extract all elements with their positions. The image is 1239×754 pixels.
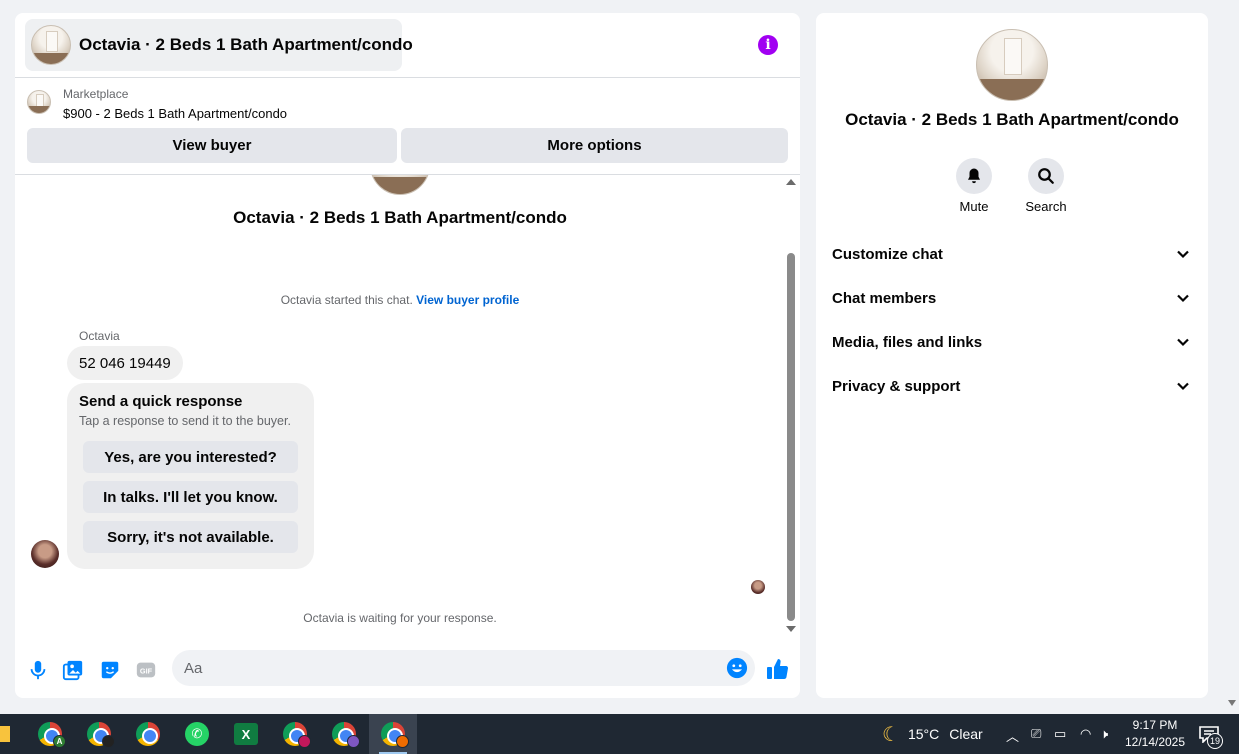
marketplace-bar: Marketplace $900 - 2 Beds 1 Bath Apartme…: [15, 78, 800, 175]
thumbs-up-icon[interactable]: [766, 657, 790, 681]
page-scroll-down-icon[interactable]: [1228, 700, 1236, 706]
chat-panel: Octavia · 2 Beds 1 Bath Apartment/condo …: [15, 13, 800, 698]
listing-avatar: [31, 25, 71, 65]
system-clock[interactable]: 9:17 PM 12/14/2025: [1122, 717, 1188, 751]
message-input-wrapper: [172, 650, 755, 686]
excel-icon: X: [234, 723, 258, 745]
mute-label: Mute: [959, 199, 989, 214]
quick-response-title: Send a quick response: [79, 393, 243, 410]
listing-title[interactable]: $900 - 2 Beds 1 Bath Apartment/condo: [63, 106, 287, 121]
search-label: Search: [1025, 199, 1067, 214]
thread-title: Octavia · 2 Beds 1 Bath Apartment/condo: [233, 208, 567, 227]
notification-count-badge: 19: [1207, 733, 1223, 749]
message-input[interactable]: [184, 650, 714, 686]
battery-icon[interactable]: ▭: [1054, 726, 1066, 742]
section-label: Chat members: [832, 289, 937, 307]
moon-icon: ☾: [882, 723, 900, 746]
section-privacy-support[interactable]: Privacy & support: [816, 364, 1208, 408]
section-label: Privacy & support: [832, 377, 961, 395]
quick-response-not-available-button[interactable]: Sorry, it's not available.: [83, 521, 298, 553]
scroll-down-arrow-icon[interactable]: [786, 626, 796, 632]
info-icon[interactable]: i: [758, 35, 778, 55]
view-buyer-button[interactable]: View buyer: [27, 128, 397, 163]
buyer-avatar[interactable]: [31, 540, 59, 568]
chat-header: Octavia · 2 Beds 1 Bath Apartment/condo …: [15, 13, 800, 78]
taskbar-whatsapp[interactable]: ✆: [173, 714, 221, 754]
weather-widget[interactable]: ☾ 15°C Clear: [882, 714, 983, 754]
taskbar-chrome-profile-3[interactable]: [271, 714, 319, 754]
taskbar-chrome-profile-4[interactable]: [320, 714, 368, 754]
meet-now-icon[interactable]: ⎚: [1031, 726, 1041, 742]
taskbar-chrome-profile-5-active[interactable]: [369, 714, 417, 754]
section-media-files-links[interactable]: Media, files and links: [816, 320, 1208, 364]
svg-text:GIF: GIF: [140, 667, 153, 676]
thread-listing-avatar: [370, 175, 430, 195]
section-label: Media, files and links: [832, 333, 983, 351]
whatsapp-icon: ✆: [185, 722, 209, 746]
section-label: Customize chat: [832, 245, 943, 263]
chevron-down-icon: [1177, 338, 1189, 347]
mic-icon[interactable]: [27, 659, 49, 681]
taskbar-excel[interactable]: X: [222, 714, 270, 754]
profile-badge-icon: [298, 735, 311, 748]
mute-button[interactable]: [956, 158, 992, 194]
message-bubble[interactable]: 52 046 19449: [67, 346, 183, 380]
section-chat-members[interactable]: Chat members: [816, 276, 1208, 320]
composer: GIF: [15, 645, 800, 695]
profile-badge-icon: [396, 735, 409, 748]
scroll-up-arrow-icon[interactable]: [786, 179, 796, 185]
waiting-notice: Octavia is waiting for your response.: [303, 611, 497, 625]
section-customize-chat[interactable]: Customize chat: [816, 232, 1208, 276]
profile-badge-icon: A: [53, 735, 66, 748]
sender-name: Octavia: [79, 329, 120, 343]
bell-icon: [968, 168, 980, 184]
emoji-icon[interactable]: [726, 657, 748, 679]
clock-time: 9:17 PM: [1132, 718, 1178, 732]
message-thread: Octavia · 2 Beds 1 Bath Apartment/condo …: [15, 175, 800, 635]
search-button[interactable]: [1028, 158, 1064, 194]
page-scrollbar[interactable]: [1224, 0, 1239, 714]
weather-temperature: 15°C: [907, 726, 940, 742]
gif-icon[interactable]: GIF: [135, 659, 157, 681]
taskbar-chrome-profile-2[interactable]: [75, 714, 123, 754]
taskbar-chrome-profile-a[interactable]: A: [26, 714, 74, 754]
chevron-down-icon: [1177, 294, 1189, 303]
listing-thumbnail[interactable]: [27, 90, 51, 114]
info-listing-avatar[interactable]: [976, 29, 1048, 101]
search-icon: [1038, 168, 1054, 184]
volume-muted-icon[interactable]: 🕨: [1100, 726, 1108, 742]
windows-taskbar: A ✆ X ☾ 15°C Clear ︿ ⎚ ▭ ◠ 🕨 9:17 PM 12/…: [0, 714, 1239, 754]
info-title: Octavia · 2 Beds 1 Bath Apartment/condo: [845, 110, 1179, 129]
mute-action[interactable]: Mute: [944, 158, 1004, 214]
chat-started-text: Octavia started this chat.: [280, 293, 413, 307]
weather-condition: Clear: [949, 726, 983, 742]
quick-response-yes-button[interactable]: Yes, are you interested?: [83, 441, 298, 473]
more-options-button[interactable]: More options: [401, 128, 788, 163]
search-action[interactable]: Search: [1016, 158, 1076, 214]
chevron-down-icon: [1177, 382, 1189, 391]
chat-info-panel: Octavia · 2 Beds 1 Bath Apartment/condo …: [816, 13, 1208, 698]
seen-receipt-avatar: [751, 580, 765, 594]
conversation-title-button[interactable]: Octavia · 2 Beds 1 Bath Apartment/condo: [25, 19, 413, 71]
chevron-up-icon[interactable]: ︿: [1006, 726, 1019, 745]
chevron-down-icon: [1177, 250, 1189, 259]
quick-response-card: Send a quick response Tap a response to …: [67, 383, 314, 569]
chrome-icon: [136, 722, 160, 746]
profile-badge-icon: [347, 735, 360, 748]
clock-date: 12/14/2025: [1124, 735, 1186, 749]
image-icon[interactable]: [62, 659, 84, 681]
thread-scrollbar[interactable]: [785, 175, 797, 635]
view-buyer-profile-link[interactable]: View buyer profile: [416, 293, 519, 307]
sticker-icon[interactable]: [99, 659, 121, 681]
conversation-title: Octavia · 2 Beds 1 Bath Apartment/condo: [79, 35, 413, 54]
wifi-icon[interactable]: ◠: [1080, 726, 1091, 742]
profile-badge-icon: [102, 735, 115, 748]
quick-response-in-talks-button[interactable]: In talks. I'll let you know.: [83, 481, 298, 513]
scroll-thumb[interactable]: [787, 253, 795, 621]
quick-response-subtitle: Tap a response to send it to the buyer.: [79, 414, 291, 428]
chat-started-notice: Octavia started this chat. View buyer pr…: [15, 293, 785, 307]
file-explorer-icon[interactable]: [0, 726, 10, 742]
taskbar-chrome[interactable]: [124, 714, 172, 754]
marketplace-label: Marketplace: [63, 87, 129, 101]
